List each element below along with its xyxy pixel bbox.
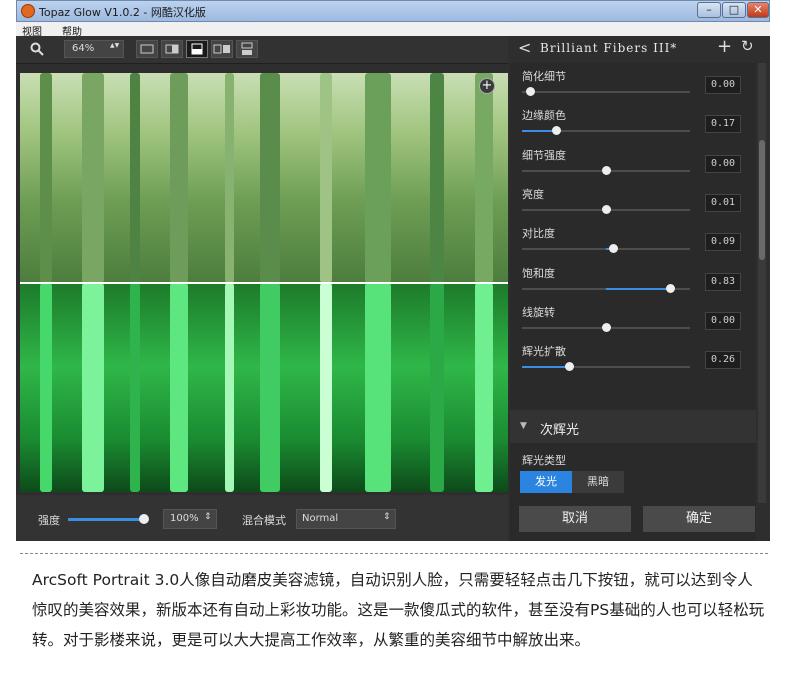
add-icon[interactable]: + <box>479 78 495 94</box>
preset-name: Brilliant Fibers III* <box>540 41 678 55</box>
toolbar: 64% ▲▼ <box>16 36 508 64</box>
slider-thumb[interactable] <box>551 126 561 136</box>
slider-thumb[interactable] <box>602 165 611 175</box>
slider-value[interactable]: 0.00 <box>705 76 741 94</box>
view-single-button[interactable] <box>136 40 158 58</box>
glow-type-dark-button[interactable]: 黑暗 <box>572 471 624 493</box>
panel-scrollbar-thumb[interactable] <box>759 140 765 260</box>
strength-slider-fill <box>68 518 144 521</box>
slider-fill <box>522 130 556 133</box>
zoom-input[interactable]: 64% ▲▼ <box>64 40 124 58</box>
slider-fill <box>606 287 670 290</box>
close-button[interactable]: ✕ <box>747 2 769 18</box>
slider-value[interactable]: 0.26 <box>705 351 741 370</box>
slider-label: 亮度 <box>522 187 544 201</box>
slider-label: 线旋转 <box>522 305 555 319</box>
slider-fill <box>522 366 570 369</box>
zoom-value: 64% <box>72 43 95 54</box>
view-split-horizontal-button[interactable] <box>186 40 208 58</box>
collapse-arrow-icon[interactable]: ▼ <box>520 421 527 431</box>
slider-label: 对比度 <box>522 227 555 241</box>
secondary-glow-title: 次辉光 <box>540 423 580 438</box>
caption-text: ArcSoft Portrait 3.0人像自动磨皮美容滤镜，自动识别人脸，只需… <box>32 571 765 649</box>
search-icon[interactable] <box>30 41 44 60</box>
blend-mode-select[interactable]: Normal ⇕ <box>296 509 396 529</box>
slider-label: 饱和度 <box>522 266 555 280</box>
original-image <box>20 73 508 283</box>
split-divider[interactable] <box>20 282 508 284</box>
reset-icon[interactable]: ↻ <box>741 37 754 55</box>
slider-value[interactable]: 0.09 <box>705 233 741 252</box>
title-bar: Topaz Glow V1.0.2 - 网酷汉化版 – □ ✕ <box>16 0 770 22</box>
add-preset-icon[interactable]: + <box>717 36 732 57</box>
slider-thumb[interactable] <box>602 204 611 214</box>
cancel-button[interactable]: 取消 <box>519 506 631 532</box>
view-split-vertical-button[interactable] <box>161 40 183 58</box>
slider-thumb[interactable] <box>665 283 675 293</box>
slider-value[interactable]: 0.01 <box>705 193 741 212</box>
strength-input[interactable]: 100% ⇕ <box>163 509 217 529</box>
strength-slider-thumb[interactable] <box>139 514 149 524</box>
minimize-button[interactable]: – <box>697 2 721 18</box>
window-title: Topaz Glow V1.0.2 - 网酷汉化版 <box>39 6 206 19</box>
slider-value[interactable]: 0.17 <box>705 115 741 134</box>
app-logo-icon <box>21 4 35 18</box>
slider-thumb[interactable] <box>608 244 618 254</box>
slider-label: 辉光扩散 <box>522 345 566 359</box>
slider-label: 细节强度 <box>522 148 566 162</box>
zoom-stepper-icon[interactable]: ▲▼ <box>110 42 119 49</box>
maximize-button[interactable]: □ <box>722 2 746 18</box>
back-icon[interactable]: < <box>518 38 531 57</box>
image-canvas[interactable]: + <box>20 73 508 492</box>
ok-button[interactable]: 确定 <box>643 506 755 532</box>
glow-type-label: 辉光类型 <box>522 454 566 467</box>
strength-stepper-icon[interactable]: ⇕ <box>204 512 212 522</box>
blend-mode-value: Normal <box>302 513 339 524</box>
slider-thumb[interactable] <box>602 322 611 332</box>
panel-scrollbar[interactable] <box>758 63 766 503</box>
blend-mode-stepper-icon[interactable]: ⇕ <box>383 512 391 522</box>
strength-label: 强度 <box>38 514 60 527</box>
slider-value[interactable]: 0.83 <box>705 272 741 291</box>
view-stacked-button[interactable] <box>236 40 258 58</box>
divider <box>20 553 768 554</box>
processed-image <box>20 283 508 492</box>
slider-track[interactable] <box>522 91 690 93</box>
slider-label: 边缘颜色 <box>522 109 566 123</box>
menu-bar: 视图 帮助 <box>16 22 770 38</box>
glow-type-bright-button[interactable]: 发光 <box>520 471 572 493</box>
strength-value: 100% <box>170 513 199 524</box>
slider-label: 简化细节 <box>522 70 566 83</box>
slider-value[interactable]: 0.00 <box>705 154 741 173</box>
slider-value[interactable]: 0.00 <box>705 311 741 330</box>
view-side-by-side-button[interactable] <box>211 40 233 58</box>
blend-mode-label: 混合模式 <box>242 514 286 527</box>
